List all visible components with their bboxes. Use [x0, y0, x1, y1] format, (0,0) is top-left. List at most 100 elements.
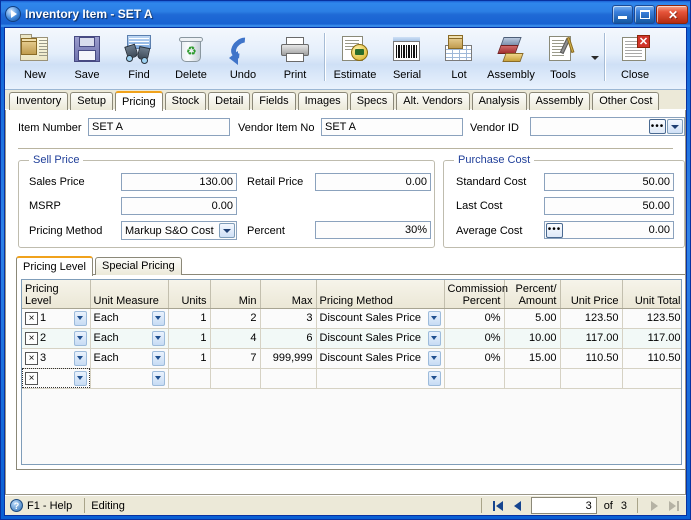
- tab-fields[interactable]: Fields: [252, 92, 296, 110]
- help-button[interactable]: ? F1 - Help: [7, 499, 78, 512]
- cell-max[interactable]: 3: [260, 308, 317, 329]
- cell-units[interactable]: [168, 368, 211, 389]
- vendor-id-lookup-icon[interactable]: •••: [649, 119, 666, 134]
- table-row[interactable]: × 3 Each 1 7 999,999 Discount Sales Pric…: [22, 348, 681, 369]
- cell-unit-price[interactable]: 123.50: [560, 308, 623, 329]
- tab-other-cost[interactable]: Other Cost: [592, 92, 660, 110]
- cell-min[interactable]: 7: [210, 348, 261, 369]
- tab-assembly[interactable]: Assembly: [528, 92, 591, 110]
- delete-row-icon[interactable]: ×: [25, 351, 38, 365]
- cell-unit-price[interactable]: 117.00: [560, 328, 623, 349]
- record-number-input[interactable]: 3: [530, 497, 597, 514]
- cell-units[interactable]: 1: [168, 348, 211, 369]
- tab-analysis[interactable]: Analysis: [471, 92, 527, 110]
- cell-unit-total[interactable]: 117.00: [622, 328, 681, 349]
- cell-commission[interactable]: 0%: [444, 348, 505, 369]
- grid-col-commission-percent[interactable]: Commission Percent: [444, 280, 508, 309]
- grid-col-percent-amount[interactable]: Percent/ Amount: [504, 280, 561, 309]
- unit-measure-chevron-down-icon[interactable]: [151, 350, 165, 366]
- cell-commission[interactable]: [444, 368, 505, 389]
- cell-unit-measure[interactable]: [90, 368, 169, 389]
- cell-pricing-level[interactable]: × 2: [22, 328, 91, 349]
- grid-col-unit-price[interactable]: Unit Price: [560, 280, 623, 309]
- pricing-method-chevron-down-icon[interactable]: [427, 370, 441, 386]
- cell-unit-total[interactable]: 110.50: [622, 348, 681, 369]
- cell-units[interactable]: 1: [168, 328, 211, 349]
- cell-percent[interactable]: 5.00: [504, 308, 561, 329]
- last-cost-input[interactable]: 50.00: [544, 197, 674, 215]
- pricing-method-chevron-down-icon[interactable]: [427, 330, 441, 346]
- grid-col-pricing-level[interactable]: Pricing Level: [22, 280, 91, 309]
- sales-price-input[interactable]: 130.00: [121, 173, 237, 191]
- tab-pricing[interactable]: Pricing: [115, 91, 163, 111]
- cell-max[interactable]: 6: [260, 328, 317, 349]
- next-record-button[interactable]: [644, 497, 664, 514]
- msrp-input[interactable]: 0.00: [121, 197, 237, 215]
- toolbar-button-undo[interactable]: Undo: [217, 31, 269, 87]
- cell-percent[interactable]: 10.00: [504, 328, 561, 349]
- cell-min[interactable]: 2: [210, 308, 261, 329]
- vendor-id-chevron-down-icon[interactable]: [667, 119, 683, 134]
- table-row-new[interactable]: ×: [22, 368, 681, 389]
- pricing-method-chevron-down-icon[interactable]: [427, 350, 441, 366]
- toolbar-button-delete[interactable]: ♻ Delete: [165, 31, 217, 87]
- vendor-id-combo[interactable]: •••: [530, 117, 685, 136]
- grid-col-min[interactable]: Min: [210, 280, 261, 309]
- grid-col-units[interactable]: Units: [168, 280, 211, 309]
- toolbar-button-estimate[interactable]: Estimate: [329, 31, 381, 87]
- tab-detail[interactable]: Detail: [208, 92, 251, 110]
- cell-unit-total[interactable]: [622, 368, 681, 389]
- cell-unit-total[interactable]: 123.50: [622, 308, 681, 329]
- average-cost-input[interactable]: ••• 0.00: [544, 221, 674, 239]
- cell-commission[interactable]: 0%: [444, 328, 505, 349]
- toolbar-button-assembly[interactable]: Assembly: [485, 31, 537, 87]
- chevron-down-icon[interactable]: [589, 31, 601, 85]
- toolbar-button-print[interactable]: Print: [269, 31, 321, 87]
- pricing-level-chevron-down-icon[interactable]: [73, 350, 87, 366]
- minimize-button[interactable]: [612, 4, 633, 24]
- cell-units[interactable]: 1: [168, 308, 211, 329]
- pricing-level-chevron-down-icon[interactable]: [73, 330, 87, 346]
- standard-cost-input[interactable]: 50.00: [544, 173, 674, 191]
- unit-measure-chevron-down-icon[interactable]: [151, 370, 165, 386]
- unit-measure-chevron-down-icon[interactable]: [151, 310, 165, 326]
- cell-unit-measure[interactable]: Each: [90, 328, 169, 349]
- toolbar-button-find[interactable]: Find: [113, 31, 165, 87]
- tab-specs[interactable]: Specs: [349, 92, 395, 110]
- tab-setup[interactable]: Setup: [70, 92, 113, 110]
- tab-alt-vendors[interactable]: Alt. Vendors: [396, 92, 470, 110]
- toolbar-button-new[interactable]: New: [9, 31, 61, 87]
- cell-unit-price[interactable]: [560, 368, 623, 389]
- cell-percent[interactable]: [504, 368, 561, 389]
- cell-pricing-method[interactable]: Discount Sales Price: [316, 328, 445, 349]
- cell-pricing-level[interactable]: ×: [22, 368, 91, 389]
- pricing-level-chevron-down-icon[interactable]: [73, 370, 87, 386]
- percent-input[interactable]: 30%: [315, 221, 431, 239]
- retail-price-input[interactable]: 0.00: [315, 173, 431, 191]
- delete-row-icon[interactable]: ×: [25, 371, 38, 385]
- cell-pricing-level[interactable]: × 1: [22, 308, 91, 329]
- cell-percent[interactable]: 15.00: [504, 348, 561, 369]
- average-cost-lookup-icon[interactable]: •••: [546, 222, 563, 238]
- cell-unit-measure[interactable]: Each: [90, 308, 169, 329]
- maximize-button[interactable]: [634, 4, 655, 24]
- tab-inventory[interactable]: Inventory: [9, 92, 69, 110]
- delete-row-icon[interactable]: ×: [25, 311, 38, 325]
- cell-min[interactable]: [210, 368, 261, 389]
- pricing-method-chevron-down-icon[interactable]: [219, 223, 235, 238]
- toolbar-button-lot[interactable]: Lot: [433, 31, 485, 87]
- tab-stock[interactable]: Stock: [164, 92, 207, 110]
- cell-unit-measure[interactable]: Each: [90, 348, 169, 369]
- inner-tab-special-pricing[interactable]: Special Pricing: [94, 257, 182, 275]
- inner-tab-pricing-level[interactable]: Pricing Level: [16, 256, 93, 276]
- cell-pricing-level[interactable]: × 3: [22, 348, 91, 369]
- pricing-method-chevron-down-icon[interactable]: [427, 310, 441, 326]
- tab-images[interactable]: Images: [297, 92, 348, 110]
- table-row[interactable]: × 1 Each 1 2 3 Discount Sales Price 0% 5…: [22, 308, 681, 329]
- toolbar-button-serial[interactable]: Serial: [381, 31, 433, 87]
- toolbar-button-tools[interactable]: Tools: [537, 31, 589, 87]
- item-number-input[interactable]: SET A: [88, 118, 230, 136]
- grid-col-unit-measure[interactable]: Unit Measure: [90, 280, 169, 309]
- cell-unit-price[interactable]: 110.50: [560, 348, 623, 369]
- cell-max[interactable]: [260, 368, 317, 389]
